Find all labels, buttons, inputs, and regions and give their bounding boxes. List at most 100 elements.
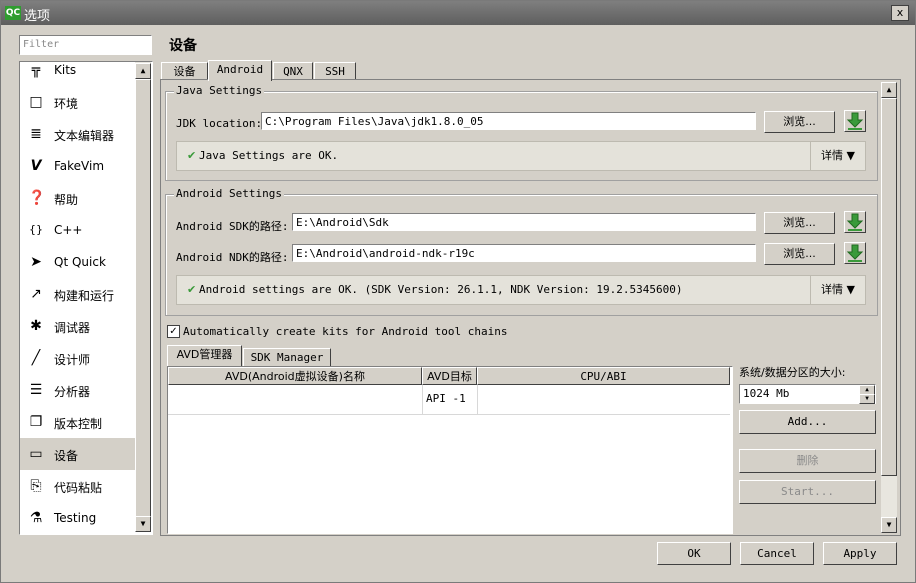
bug-icon: ✱	[30, 318, 42, 334]
avd-target-cell: API -1	[426, 392, 466, 405]
java-details-button[interactable]: 详情 ▼	[810, 142, 865, 170]
text-editor-icon: ≣	[30, 126, 42, 142]
tab-qnx[interactable]: QNX	[273, 62, 313, 80]
android-settings-group: Android Settings Android SDK的路径: E:\Andr…	[165, 187, 878, 316]
scroll-down-icon[interactable]: ▼	[135, 516, 151, 532]
apply-button[interactable]: Apply	[823, 542, 897, 565]
column-header-cpu-abi[interactable]: CPU/ABI	[477, 367, 730, 385]
jdk-download-button[interactable]	[844, 110, 866, 132]
sidebar-item-label: C++	[54, 223, 83, 237]
help-icon: ❓	[28, 190, 46, 206]
sidebar-item-fakevim[interactable]: V FakeVim	[20, 150, 135, 182]
tab-ssh[interactable]: SSH	[314, 62, 356, 80]
spin-down-icon[interactable]: ▼	[859, 394, 875, 404]
java-status-text: Java Settings are OK.	[199, 149, 339, 162]
sidebar-item-environment[interactable]: □ 环境	[20, 86, 135, 118]
sdk-path-label: Android SDK的路径:	[176, 220, 289, 233]
download-icon	[846, 213, 864, 231]
sidebar-item-label: FakeVim	[54, 159, 105, 173]
android-details-button[interactable]: 详情 ▼	[810, 276, 865, 304]
sidebar-item-label: Kits	[54, 63, 77, 77]
fakevim-icon: V	[30, 158, 42, 174]
partition-size-spinbox[interactable]: 1024 Mb ▲ ▼	[739, 384, 876, 404]
cancel-button[interactable]: Cancel	[740, 542, 814, 565]
category-list: ╦ Kits □ 环境 ≣ 文本编辑器 V FakeVim ❓ 帮助 {} C+…	[19, 61, 153, 535]
sidebar-item-kits[interactable]: ╦ Kits	[20, 62, 135, 86]
sidebar-item-label: Testing	[54, 511, 97, 525]
jdk-location-field[interactable]: C:\Program Files\Java\jdk1.8.0_05	[261, 112, 756, 130]
partition-size-label: 系统/数据分区的大小:	[739, 366, 846, 379]
sidebar-item-devices[interactable]: ▭ 设备	[20, 438, 135, 470]
sidebar-item-designer[interactable]: ╱ 设计师	[20, 342, 135, 374]
scroll-thumb[interactable]	[135, 79, 151, 517]
title-bar[interactable]: QC 选项 x	[1, 1, 915, 25]
column-divider	[422, 385, 423, 414]
sidebar-item-label: 分析器	[54, 385, 91, 399]
filter-input[interactable]	[20, 36, 151, 52]
group-title: Java Settings	[174, 84, 265, 97]
tab-avd-manager[interactable]: AVD管理器	[167, 345, 242, 366]
table-row[interactable]: API -1	[168, 385, 730, 415]
sdk-path-field[interactable]: E:\Android\Sdk	[292, 213, 756, 231]
filter-field[interactable]	[19, 35, 152, 55]
android-status-text: Android settings are OK. (SDK Version: 2…	[199, 283, 683, 296]
download-icon	[846, 244, 864, 262]
pen-icon: ╱	[31, 350, 41, 366]
scroll-down-icon[interactable]: ▼	[881, 517, 897, 533]
version-control-icon: ❐	[29, 414, 43, 430]
sdk-download-button[interactable]	[844, 211, 866, 233]
partition-size-value: 1024 Mb	[743, 387, 790, 400]
paste-icon: ⎘	[30, 478, 42, 494]
sidebar-item-code-paster[interactable]: ⎘ 代码粘贴	[20, 470, 135, 502]
java-settings-group: Java Settings JDK location: C:\Program F…	[165, 84, 878, 181]
sidebar-item-label: 代码粘贴	[54, 481, 103, 495]
sidebar-item-build-run[interactable]: ↗ 构建和运行	[20, 278, 135, 310]
remove-avd-button[interactable]: 删除	[739, 449, 876, 473]
auto-create-kits-checkbox[interactable]: ✓	[167, 325, 180, 338]
scroll-up-icon[interactable]: ▲	[881, 82, 897, 98]
sidebar-item-label: 调试器	[54, 321, 91, 335]
ndk-path-field[interactable]: E:\Android\android-ndk-r19c	[292, 244, 756, 262]
tab-android[interactable]: Android	[208, 60, 272, 81]
avd-table[interactable]: AVD(Android虚拟设备)名称 AVD目标 CPU/ABI API -1	[167, 366, 733, 534]
sidebar-item-qt-quick[interactable]: ➤ Qt Quick	[20, 246, 135, 278]
start-avd-button[interactable]: Start...	[739, 480, 876, 504]
android-status-box: ✔ Android settings are OK. (SDK Version:…	[176, 275, 866, 305]
sidebar-item-label: 环境	[54, 97, 79, 111]
download-icon	[846, 112, 864, 130]
sidebar-item-label: 版本控制	[54, 417, 103, 431]
sdk-browse-button[interactable]: 浏览...	[764, 212, 835, 234]
scroll-thumb[interactable]	[881, 98, 897, 476]
sidebar-item-analyzer[interactable]: ☰ 分析器	[20, 374, 135, 406]
qt-quick-icon: ➤	[30, 254, 42, 270]
devices-icon: ▭	[29, 446, 43, 462]
java-status-box: ✔ Java Settings are OK. 详情 ▼	[176, 141, 866, 171]
ndk-browse-button[interactable]: 浏览...	[764, 243, 835, 265]
sidebar-item-debugger[interactable]: ✱ 调试器	[20, 310, 135, 342]
sidebar-item-testing[interactable]: ⚗ Testing	[20, 502, 135, 534]
close-icon[interactable]: x	[891, 5, 909, 21]
hammer-icon: ↗	[30, 286, 42, 302]
column-header-name[interactable]: AVD(Android虚拟设备)名称	[168, 367, 422, 385]
sidebar-item-cpp[interactable]: {} C++	[20, 214, 135, 246]
analyzer-icon: ☰	[29, 382, 43, 398]
sidebar-item-label: 文本编辑器	[54, 129, 115, 143]
qt-creator-app-icon: QC	[5, 6, 21, 20]
add-avd-button[interactable]: Add...	[739, 410, 876, 434]
tab-devices[interactable]: 设备	[161, 62, 208, 80]
options-dialog: QC 选项 x ╦ Kits □ 环境 ≣ 文本编辑器 V FakeVim ❓ …	[0, 0, 916, 583]
ndk-download-button[interactable]	[844, 242, 866, 264]
sidebar-scrollbar[interactable]: ▲ ▼	[135, 62, 151, 532]
kits-icon: ╦	[31, 62, 41, 78]
sidebar-item-label: 设备	[54, 449, 79, 463]
scroll-up-icon[interactable]: ▲	[135, 63, 151, 79]
tab-sdk-manager[interactable]: SDK Manager	[243, 348, 331, 366]
ok-button[interactable]: OK	[657, 542, 731, 565]
sidebar-item-help[interactable]: ❓ 帮助	[20, 182, 135, 214]
sidebar-item-version-control[interactable]: ❐ 版本控制	[20, 406, 135, 438]
settings-scrollbar[interactable]: ▲ ▼	[881, 82, 897, 533]
sidebar-item-text-editor[interactable]: ≣ 文本编辑器	[20, 118, 135, 150]
cpp-braces-icon: {}	[29, 223, 43, 236]
jdk-browse-button[interactable]: 浏览...	[764, 111, 835, 133]
column-header-target[interactable]: AVD目标	[422, 367, 477, 385]
